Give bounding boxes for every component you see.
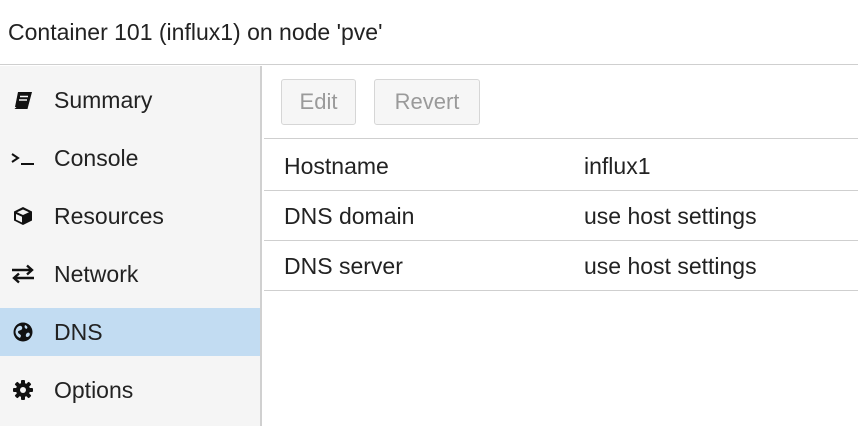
sidebar-item-network[interactable]: Network	[0, 250, 260, 298]
toolbar: Edit Revert	[264, 66, 858, 139]
globe-icon	[10, 319, 36, 345]
sidebar-item-summary[interactable]: Summary	[0, 76, 260, 124]
sidebar-item-label: Console	[54, 144, 139, 171]
window-title-bar: Container 101 (influx1) on node 'pve'	[0, 0, 858, 65]
sidebar-item-resources[interactable]: Resources	[0, 192, 260, 240]
row-key: Hostname	[284, 152, 389, 179]
window-title: Container 101 (influx1) on node 'pve'	[8, 18, 383, 45]
gear-icon	[10, 377, 36, 403]
terminal-icon	[10, 145, 36, 171]
row-value: use host settings	[584, 252, 757, 279]
row-value: use host settings	[584, 202, 757, 229]
sidebar-item-label: Resources	[54, 202, 164, 229]
row-key: DNS server	[284, 252, 403, 279]
sidebar-item-options[interactable]: Options	[0, 366, 260, 414]
sidebar-item-label: Network	[54, 260, 139, 287]
edit-button[interactable]: Edit	[281, 79, 356, 125]
sidebar-item-console[interactable]: Console	[0, 134, 260, 182]
sidebar: Summary Console Resources Network DNS Op…	[0, 66, 262, 426]
sidebar-item-label: Summary	[54, 86, 153, 113]
table-row[interactable]: Hostname influx1	[264, 141, 858, 191]
book-icon	[10, 87, 36, 113]
dns-panel: Edit Revert Hostname influx1 DNS domain …	[264, 66, 858, 426]
sidebar-item-label: DNS	[54, 318, 103, 345]
sidebar-item-dns[interactable]: DNS	[0, 308, 260, 356]
sidebar-item-label: Options	[54, 376, 134, 403]
revert-button[interactable]: Revert	[374, 79, 480, 125]
row-key: DNS domain	[284, 202, 415, 229]
table-row[interactable]: DNS domain use host settings	[264, 191, 858, 241]
cube-icon	[10, 203, 36, 229]
table-row[interactable]: DNS server use host settings	[264, 241, 858, 291]
exchange-icon	[10, 261, 36, 287]
row-value: influx1	[584, 152, 651, 179]
